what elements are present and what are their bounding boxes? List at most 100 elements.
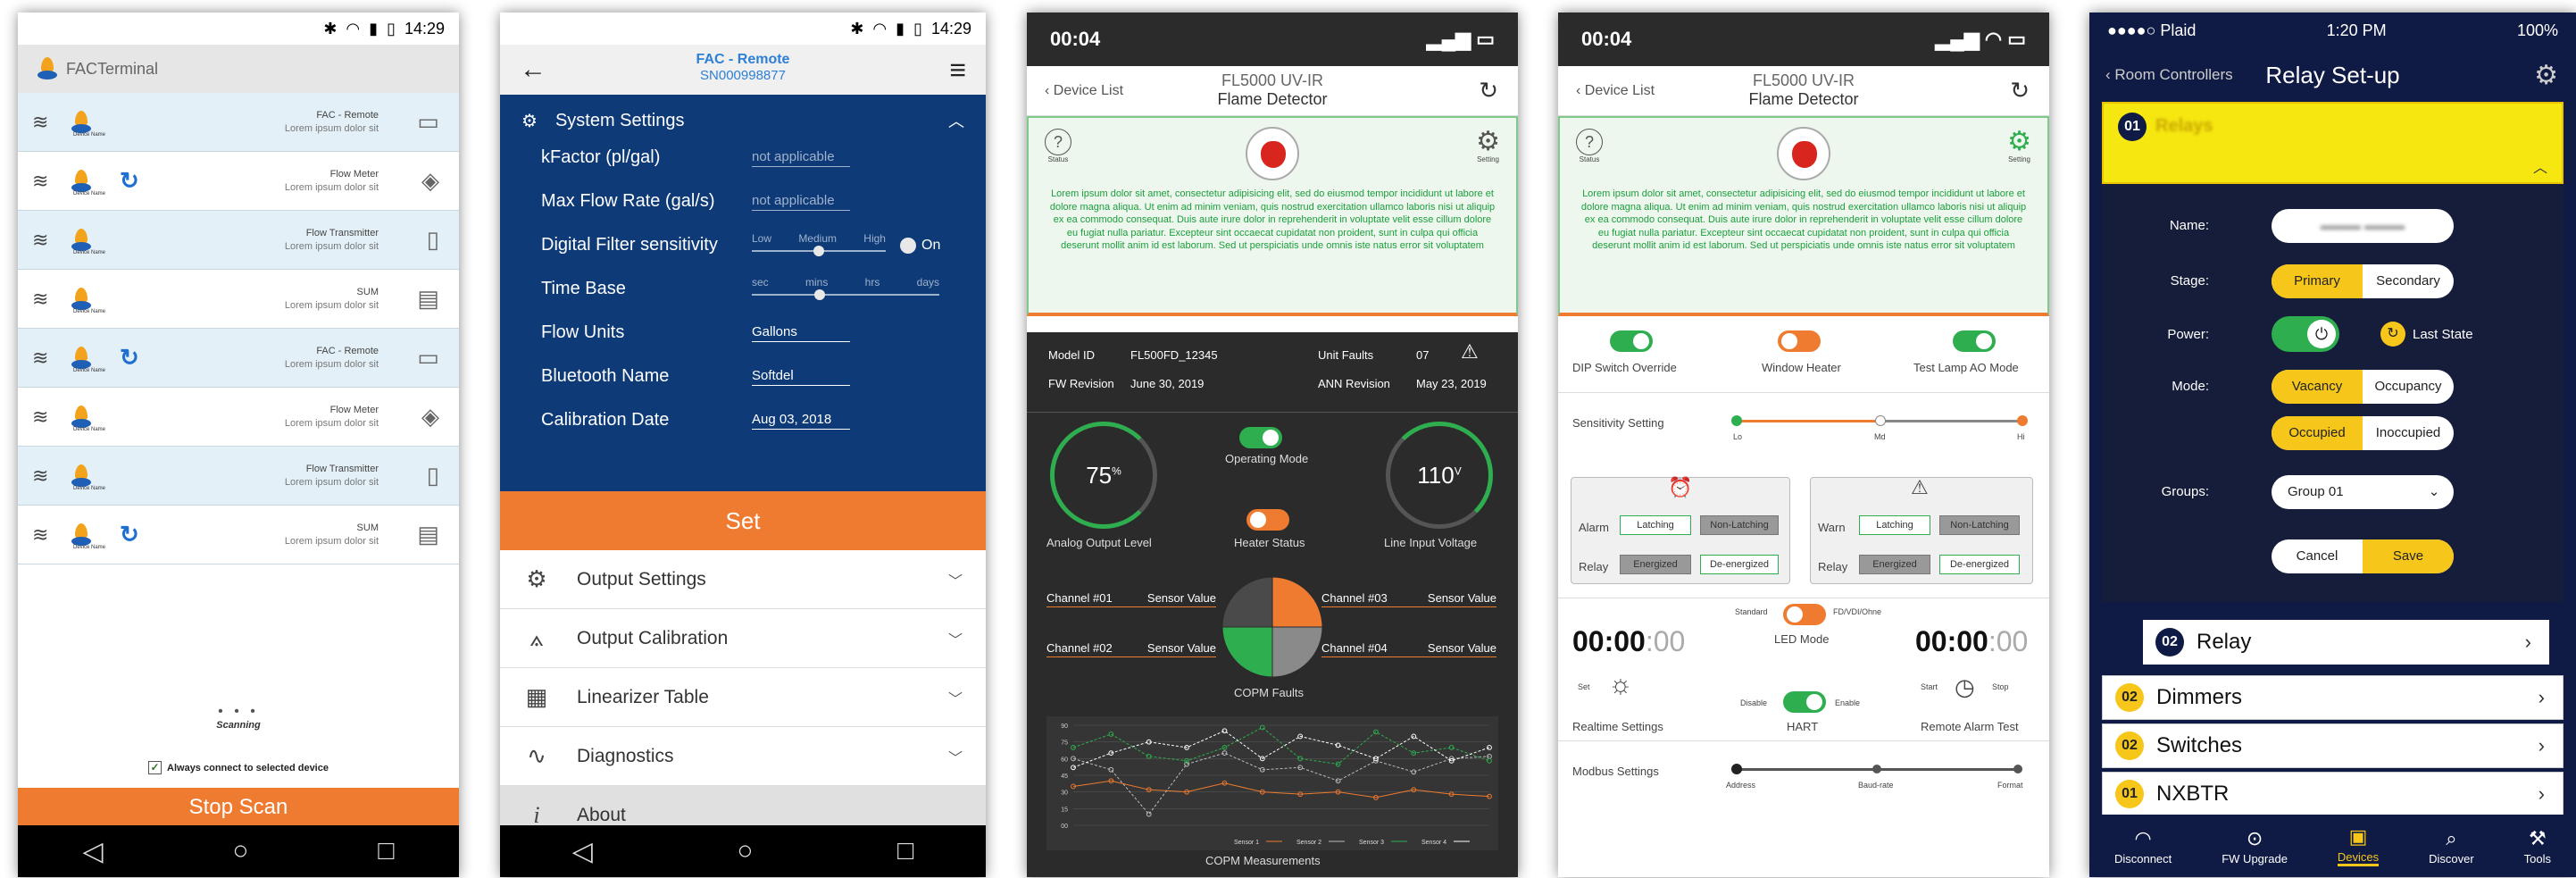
toggle-switch[interactable]	[1246, 509, 1289, 531]
mode-occupancy[interactable]: Occupancy	[2363, 370, 2454, 404]
slider-knob[interactable]	[1731, 764, 1742, 774]
sensitivity-slider[interactable]	[1731, 415, 2028, 426]
time-base-slider[interactable]: sec mins hrs days	[752, 276, 939, 300]
home-nav-icon[interactable]: ○	[737, 836, 753, 866]
refresh-icon[interactable]: ↻	[2010, 77, 2030, 105]
stage-primary[interactable]: Primary	[2272, 264, 2363, 298]
warn-de-energized-button[interactable]: De-energized	[1939, 555, 2020, 574]
tab-devices[interactable]: ▣ Devices	[2337, 825, 2380, 866]
led-mode-toggle[interactable]	[1783, 604, 1826, 630]
warn-non-latching-button[interactable]: Non-Latching	[1939, 515, 2020, 535]
tab-disconnect[interactable]: ◠ Disconnect	[2114, 827, 2172, 865]
menu-output-settings[interactable]: ⚙ Output Settings ﹀	[500, 550, 986, 609]
always-connect-row[interactable]: ✓ Always connect to selected device	[18, 761, 459, 774]
system-settings-header[interactable]: ⚙ System Settings ︿	[500, 105, 986, 136]
device-list-item[interactable]: ≋ Device Name ↻ Flow Meter Lorem ipsum dolor…	[18, 152, 459, 211]
status-button[interactable]: ? Status	[1045, 129, 1071, 163]
slider-knob[interactable]	[813, 246, 824, 256]
alarm-latching-button[interactable]: Latching	[1620, 515, 1691, 535]
stage-segmented[interactable]: Primary Secondary	[2272, 264, 2454, 298]
checkbox-icon[interactable]: ✓	[148, 761, 163, 774]
menu-diagnostics[interactable]: ∿ Diagnostics ﹀	[500, 727, 986, 786]
recents-nav-icon[interactable]: □	[897, 836, 913, 866]
toggle-switch[interactable]	[1783, 691, 1826, 713]
tab-fw-upgrade[interactable]: ⊙ FW Upgrade	[2222, 827, 2288, 865]
alarm-non-latching-button[interactable]: Non-Latching	[1700, 515, 1779, 535]
list-item-switches[interactable]: 02 Switches ›	[2102, 723, 2563, 768]
hart-toggle[interactable]	[1783, 691, 1826, 717]
back-nav-icon[interactable]: ◁	[82, 836, 103, 867]
groups-select[interactable]: Group 01 ⌄	[2272, 475, 2454, 509]
toggle-switch[interactable]	[1953, 330, 1996, 352]
last-state-icon[interactable]: ↻	[2380, 322, 2405, 347]
menu-output-calibration[interactable]: ⟑ Output Calibration ﹀	[500, 609, 986, 668]
toggle-switch[interactable]	[1239, 427, 1282, 448]
alarm-de-energized-button[interactable]: De-energized	[1700, 555, 1779, 574]
setting-button[interactable]: ⚙ Setting	[1476, 129, 1500, 164]
toggle-switch[interactable]	[1783, 604, 1826, 625]
occupied-option[interactable]: Occupied	[2272, 416, 2363, 450]
list-item-relay[interactable]: 02 Relay ›	[2143, 620, 2549, 665]
stopwatch-icon[interactable]: ◷	[1955, 673, 1975, 701]
list-item-dimmers[interactable]: 02 Dimmers ›	[2102, 675, 2563, 720]
bluetooth-name-input[interactable]: Softdel	[752, 368, 850, 386]
device-list-item[interactable]: ≋ Device Name ↻ FAC - Remote Lorem ipsum dol…	[18, 329, 459, 388]
device-name: Flow Transmitter	[305, 463, 379, 474]
relays-card[interactable]: 01 Relays ︿	[2102, 102, 2563, 184]
kfactor-input[interactable]: not applicable	[752, 149, 850, 167]
device-list-item[interactable]: ≋ Device Name SUM Lorem ipsum dolor sit ▤	[18, 270, 459, 329]
warn-latching-button[interactable]: Latching	[1859, 515, 1930, 535]
window-heater-toggle[interactable]	[1778, 330, 1821, 356]
tab-tools[interactable]: ⚒ Tools	[2524, 827, 2551, 865]
dip-switch-toggle[interactable]	[1610, 330, 1653, 356]
device-list-item[interactable]: ≋ Device Name ↻ SUM Lorem ipsum dolor sit ▤	[18, 506, 459, 564]
mode-segmented[interactable]: Vacancy Occupancy	[2272, 370, 2454, 404]
device-type-icon: ▯	[426, 462, 439, 489]
alarm-clock-icon: ⏰	[1668, 476, 1693, 498]
device-list-item[interactable]: ≋ Device Name Flow Transmitter Lorem ipsum …	[18, 447, 459, 506]
device-list-item[interactable]: ≋ Device Name Flow Meter Lorem ipsum dolor …	[18, 388, 459, 447]
tab-discover[interactable]: ⌕ Discover	[2429, 827, 2474, 865]
status-bar: ✱ ◠ ▮ ▯ 14:29	[18, 13, 459, 45]
name-input[interactable]: ▬▬▬ ▬▬▬	[2272, 209, 2454, 243]
stop-scan-button[interactable]: Stop Scan	[18, 788, 459, 827]
hamburger-menu-icon[interactable]: ≡	[949, 54, 966, 87]
max-flow-input[interactable]: not applicable	[752, 193, 850, 211]
chevron-up-icon[interactable]: ︿	[948, 109, 964, 132]
test-lamp-toggle[interactable]	[1953, 330, 1996, 356]
modbus-slider[interactable]	[1731, 764, 2022, 774]
filter-slider[interactable]: Low Medium High	[752, 232, 886, 256]
setting-button[interactable]: ⚙ Setting	[2007, 129, 2031, 164]
device-list-item[interactable]: ≋ Device Name FAC - Remote Lorem ipsum dolo…	[18, 93, 459, 152]
power-toggle[interactable]: ⏻	[2272, 316, 2339, 352]
recents-nav-icon[interactable]: □	[378, 836, 394, 866]
back-nav-icon[interactable]: ◁	[572, 836, 593, 867]
chevron-up-icon[interactable]: ︿	[2533, 155, 2547, 177]
toggle-switch[interactable]	[1778, 330, 1821, 352]
cancel-button[interactable]: Cancel	[2272, 539, 2363, 573]
home-nav-icon[interactable]: ○	[232, 836, 248, 866]
gear-icon[interactable]: ⚙	[2534, 60, 2558, 91]
alarm-energized-button[interactable]: Energized	[1620, 555, 1691, 574]
toggle-switch[interactable]	[1610, 330, 1653, 352]
calibration-date-input[interactable]: Aug 03, 2018	[752, 412, 850, 430]
sun-settings-icon[interactable]: ☼	[1608, 670, 1633, 700]
warn-energized-button[interactable]: Energized	[1859, 555, 1930, 574]
slider-knob[interactable]	[814, 289, 825, 300]
inoccupied-option[interactable]: Inoccupied	[2363, 416, 2454, 450]
stage-secondary[interactable]: Secondary	[2363, 264, 2454, 298]
heater-status-toggle[interactable]	[1246, 509, 1289, 535]
mode-vacancy[interactable]: Vacancy	[2272, 370, 2363, 404]
refresh-icon[interactable]: ↻	[1479, 77, 1498, 105]
slider-knob[interactable]	[1731, 415, 1742, 426]
save-button[interactable]: Save	[2363, 539, 2454, 573]
status-button[interactable]: ? Status	[1576, 129, 1603, 163]
occupied-segmented[interactable]: Occupied Inoccupied	[2272, 416, 2454, 450]
list-item-nxbtr[interactable]: 01 NXBTR ›	[2102, 772, 2563, 816]
flow-units-select[interactable]: Gallons	[752, 324, 850, 342]
filter-toggle[interactable]: On	[900, 237, 940, 254]
menu-linearizer-table[interactable]: ▦ Linearizer Table ﹀	[500, 668, 986, 727]
operating-mode-toggle[interactable]	[1239, 427, 1282, 453]
device-list-item[interactable]: ≋ Device Name Flow Transmitter Lorem ipsum …	[18, 211, 459, 270]
set-button[interactable]: Set	[500, 491, 986, 550]
